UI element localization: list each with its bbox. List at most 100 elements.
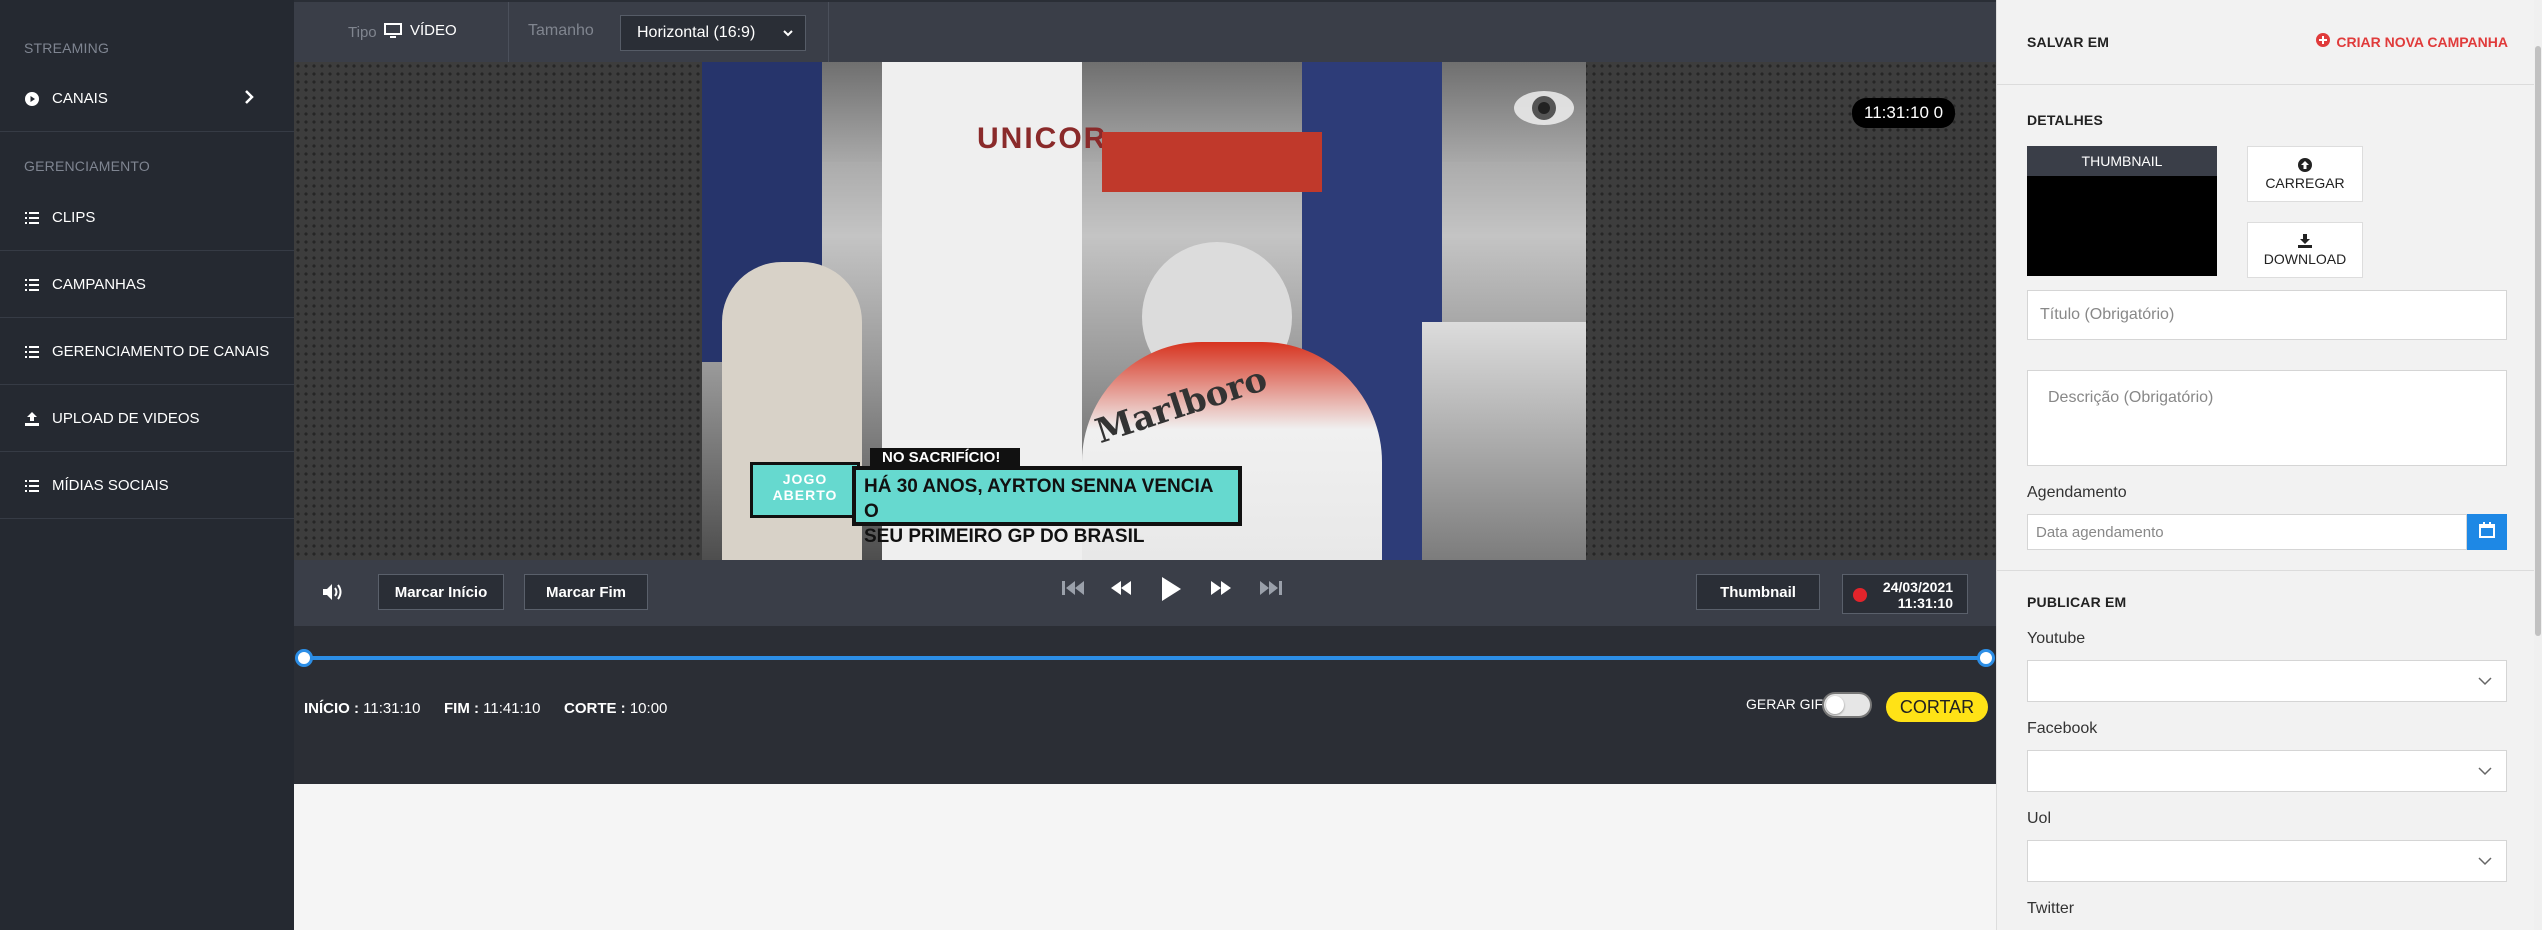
schedule-label: Agendamento — [2027, 484, 2127, 501]
list-icon — [24, 211, 40, 224]
title-field[interactable]: Título (Obrigatório) — [2027, 290, 2507, 340]
tipo-value[interactable]: VÍDEO — [384, 22, 457, 39]
details-heading: DETALHES — [2027, 112, 2104, 128]
download-label: DOWNLOAD — [2263, 250, 2347, 267]
scrollbar-thumb[interactable] — [2535, 46, 2541, 636]
save-in-heading: SALVAR EM — [2027, 34, 2110, 50]
sidebar-item-label: GERENCIAMENTO DE CANAIS — [52, 343, 270, 360]
inicio-value: 11:31:10 — [363, 700, 421, 717]
sidebar-item-campanhas[interactable]: CAMPANHAS — [0, 252, 294, 318]
thumbnail-button[interactable]: Thumbnail — [1696, 574, 1820, 610]
scene-car-right — [1422, 322, 1586, 560]
volume-icon[interactable] — [322, 582, 344, 602]
new-campaign-label: CRIAR NOVA CAMPANHA — [2336, 33, 2508, 50]
publish-in-heading: PUBLICAR EM — [2027, 594, 2127, 610]
sidebar-item-clips[interactable]: CLIPS — [0, 185, 294, 251]
platform-label-uol: Uol — [2027, 810, 2052, 827]
gif-toggle[interactable] — [1822, 692, 1872, 718]
timecode-badge: 11:31:10 0 — [1852, 98, 1956, 128]
download-button[interactable]: DOWNLOAD — [2247, 222, 2363, 278]
upload-circle-icon — [2298, 157, 2312, 175]
sidebar-section-streaming: STREAMING — [24, 40, 110, 56]
sidebar-item-label: MÍDIAS SOCIAIS — [52, 477, 169, 494]
description-field[interactable]: Descrição (Obrigatório) — [2027, 370, 2507, 466]
toolbar-divider — [508, 2, 509, 62]
list-icon — [24, 345, 40, 358]
size-select-value: Horizontal (16:9) — [637, 24, 756, 41]
chevron-down-icon — [2478, 853, 2492, 871]
chevron-right-icon — [244, 88, 254, 111]
calendar-icon — [2479, 521, 2495, 543]
video-player[interactable]: UNICOR Marlboro JOGO ABERTO NO SACRIFÍCI… — [702, 62, 1586, 560]
corte-stat: CORTE : 10:00 — [564, 700, 667, 717]
start-handle[interactable] — [295, 649, 313, 667]
download-icon — [2298, 233, 2312, 251]
live-clock: 24/03/2021 11:31:10 — [1842, 574, 1968, 614]
platform-label-twitter: Twitter — [2027, 900, 2075, 917]
sidebar-item-midias-sociais[interactable]: MÍDIAS SOCIAIS — [0, 453, 294, 519]
sidebar-item-label: CANAIS — [52, 90, 108, 107]
list-icon — [24, 479, 40, 492]
banner-line1: HÁ 30 ANOS, AYRTON SENNA VENCIA O — [864, 476, 1213, 522]
player-controls: Marcar Início Marcar Fim Thumbnail 24/03… — [294, 560, 1996, 626]
banner-kicker: NO SACRIFÍCIO! — [870, 448, 1020, 468]
live-date: 24/03/2021 — [1882, 579, 1953, 595]
tamanho-label: Tamanho — [528, 22, 594, 39]
skip-end-icon[interactable] — [1258, 580, 1282, 596]
thumbnail-preview: THUMBNAIL — [2027, 146, 2217, 276]
upload-icon — [24, 411, 40, 426]
chevron-down-icon — [2478, 673, 2492, 691]
divider — [1997, 570, 2542, 571]
editor-toolbar: Tipo VÍDEO Tamanho Horizontal (16:9) — [294, 0, 1996, 62]
banner-headline: HÁ 30 ANOS, AYRTON SENNA VENCIA O SEU PR… — [852, 466, 1242, 547]
fast-forward-icon[interactable] — [1210, 580, 1232, 596]
end-handle[interactable] — [1977, 649, 1995, 667]
timeline-track[interactable] — [304, 656, 1986, 660]
editor-empty-area — [294, 784, 1996, 930]
sidebar-item-label: UPLOAD DE VIDEOS — [52, 410, 200, 427]
youtube-select[interactable] — [2027, 660, 2507, 702]
sidebar: STREAMING CANAIS GERENCIAMENTO CLIPS CAM… — [0, 0, 294, 930]
rewind-icon[interactable] — [1110, 580, 1132, 596]
new-campaign-link[interactable]: CRIAR NOVA CAMPANHA — [2316, 33, 2508, 50]
chevron-down-icon — [2478, 763, 2492, 781]
sidebar-item-gerenciamento-canais[interactable]: GERENCIAMENTO DE CANAIS — [0, 319, 294, 385]
upload-button[interactable]: CARREGAR — [2247, 146, 2363, 202]
schedule-date-input[interactable]: Data agendamento — [2027, 514, 2467, 550]
tipo-value-text: VÍDEO — [410, 22, 457, 39]
sidebar-item-canais[interactable]: CANAIS — [0, 66, 294, 132]
play-icon[interactable] — [1160, 576, 1182, 602]
tipo-label: Tipo — [348, 24, 377, 41]
mark-start-button[interactable]: Marcar Início — [378, 574, 504, 610]
play-circle-icon — [24, 91, 40, 106]
show-logo: JOGO ABERTO — [750, 462, 860, 518]
thumbnail-title: THUMBNAIL — [2027, 146, 2217, 176]
platform-label-facebook: Facebook — [2027, 720, 2098, 737]
skip-start-icon[interactable] — [1062, 580, 1086, 596]
live-time: 11:31:10 — [1897, 595, 1953, 611]
cut-button[interactable]: CORTAR — [1886, 692, 1988, 722]
monitor-icon — [384, 22, 402, 39]
plus-circle-icon — [2316, 33, 2331, 50]
size-select[interactable]: Horizontal (16:9) — [620, 15, 806, 51]
show-logo-line2: ABERTO — [772, 487, 838, 503]
calendar-button[interactable] — [2467, 514, 2507, 550]
sidebar-section-gerenciamento: GERENCIAMENTO — [24, 158, 151, 174]
facebook-select[interactable] — [2027, 750, 2507, 792]
sidebar-item-upload-videos[interactable]: UPLOAD DE VIDEOS — [0, 386, 294, 452]
divider — [1997, 84, 2542, 85]
video-stage: UNICOR Marlboro JOGO ABERTO NO SACRIFÍCI… — [294, 62, 1996, 560]
scene-shirt-text: UNICOR — [977, 122, 1108, 155]
details-panel: SALVAR EM CRIAR NOVA CAMPANHA DETALHES T… — [1996, 0, 2542, 930]
toggle-knob — [1826, 696, 1844, 714]
uol-select[interactable] — [2027, 840, 2507, 882]
panel-scrollbar[interactable] — [2534, 0, 2542, 930]
toolbar-divider — [828, 2, 829, 62]
mark-end-button[interactable]: Marcar Fim — [524, 574, 648, 610]
corte-label: CORTE : — [564, 700, 626, 717]
sidebar-item-label: CAMPANHAS — [52, 276, 146, 293]
list-icon — [24, 278, 40, 291]
fim-stat: FIM : 11:41:10 — [444, 700, 540, 717]
upload-label: CARREGAR — [2265, 174, 2345, 191]
show-logo-line1: JOGO — [782, 471, 828, 487]
